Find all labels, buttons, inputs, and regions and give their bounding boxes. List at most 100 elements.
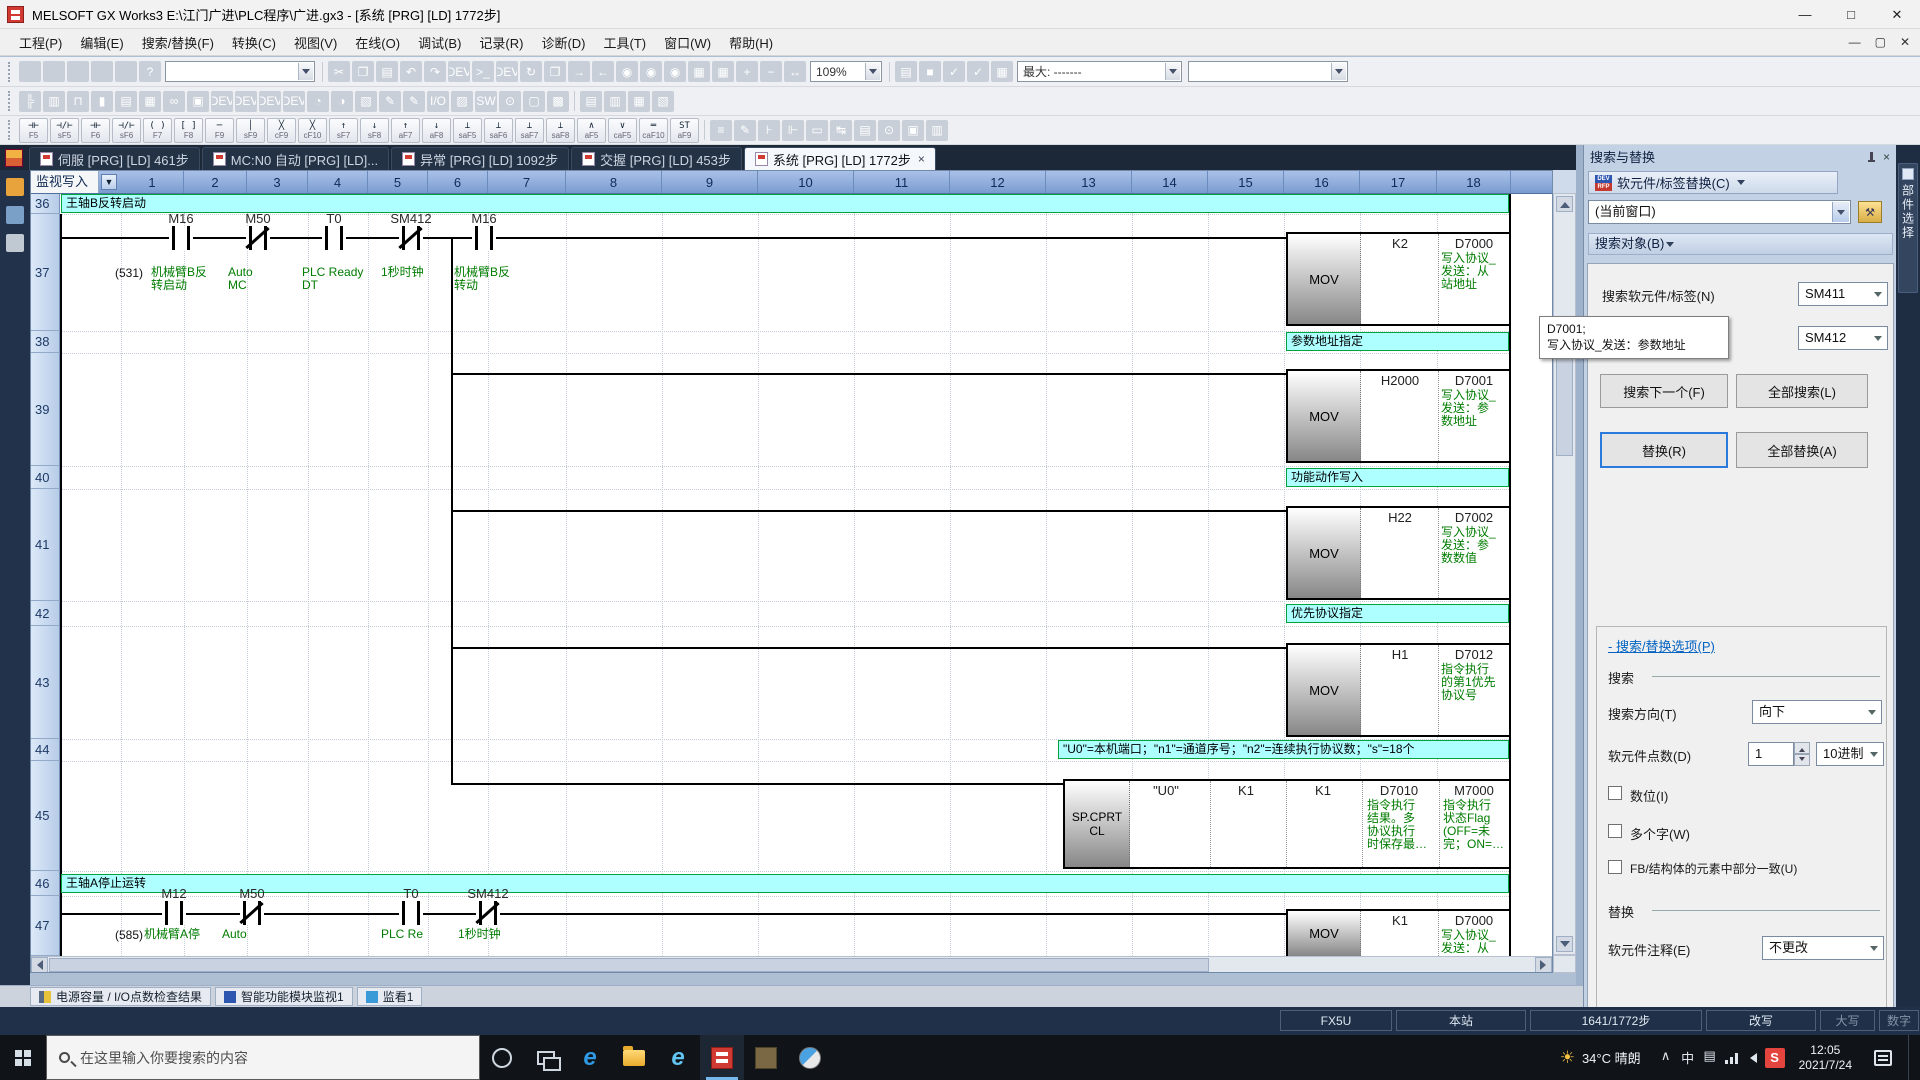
document-tab[interactable]: MC:N0 自动 [PRG] [LD]... xyxy=(202,147,389,170)
navigation-dock-icon[interactable] xyxy=(6,178,24,196)
rung-number-cell[interactable]: 46 xyxy=(31,871,60,896)
toolbar-icon[interactable]: ▮ xyxy=(91,91,113,112)
horizontal-scrollbar[interactable] xyxy=(31,956,1552,973)
ladder-symbol-button[interactable]: ⊣/⊢sF5 xyxy=(50,118,79,143)
dock-tab[interactable]: 智能功能模块监视1 xyxy=(215,987,353,1006)
search-direction-combobox[interactable]: 向下 xyxy=(1752,700,1882,724)
contact-nc[interactable] xyxy=(240,901,264,925)
toolbar-icon[interactable]: ✂ xyxy=(328,61,350,82)
search-target-button[interactable]: 搜索对象(B) xyxy=(1588,233,1893,255)
scope-settings-icon[interactable]: ⚒ xyxy=(1858,201,1882,223)
instruction-mov[interactable]: MOV K2 D7000 写入协议_ 发送：从 站地址 xyxy=(1286,232,1511,326)
taskbar-clock[interactable]: 12:05 2021/7/24 xyxy=(1789,1043,1862,1073)
toolbar-icon[interactable]: ╠ xyxy=(19,91,41,112)
ladder-symbol-button[interactable]: ╳cF9 xyxy=(267,118,296,143)
ladder-symbol-button[interactable]: ⊥saF8 xyxy=(546,118,575,143)
toolbar-icon[interactable]: ■ xyxy=(919,61,941,82)
toolbar-icon[interactable]: ↔ xyxy=(784,61,806,82)
toolbar-icon[interactable]: ↹ xyxy=(830,120,852,141)
toolbar-icon[interactable]: ⊦ xyxy=(758,120,780,141)
toolbar-icon[interactable]: ✎ xyxy=(403,91,425,112)
ladder-symbol-button[interactable]: STaF9 xyxy=(670,118,699,143)
sogou-icon[interactable]: S xyxy=(1765,1048,1785,1068)
toolbar-icon[interactable]: ▦ xyxy=(628,91,650,112)
note-row-44[interactable]: "U0"=本机端口；"n1"=通道序号；"n2"=连续执行协议数；"s"=18个 xyxy=(1058,740,1509,759)
scroll-up-icon[interactable] xyxy=(1556,196,1573,212)
panel-close-icon[interactable]: × xyxy=(1883,150,1890,164)
toolbar-icon[interactable]: ▤ xyxy=(115,91,137,112)
ladder-symbol-button[interactable]: ⊣⊢F6 xyxy=(81,118,110,143)
toolbar-icon[interactable]: → xyxy=(568,61,590,82)
edge-button[interactable]: e xyxy=(568,1035,612,1080)
ladder-symbol-button[interactable]: ⊥saF7 xyxy=(515,118,544,143)
tray-icon[interactable]: ▤ xyxy=(1699,1048,1721,1067)
gx-works3-button[interactable] xyxy=(700,1035,744,1080)
menu-item[interactable]: 诊断(D) xyxy=(532,29,594,56)
toolbar-icon[interactable]: ▤ xyxy=(895,61,917,82)
ladder-symbol-button[interactable]: ∧aF5 xyxy=(577,118,606,143)
toolbar-icon[interactable]: ▦ xyxy=(991,61,1013,82)
tray-icon[interactable]: ∧ xyxy=(1655,1048,1677,1067)
toolbar-icon[interactable]: DEV xyxy=(235,91,257,112)
rung-number-cell[interactable]: 40 xyxy=(31,466,60,489)
connection-dock-icon[interactable] xyxy=(6,206,24,224)
digit-checkbox[interactable] xyxy=(1608,786,1622,800)
multi-word-checkbox[interactable] xyxy=(1608,824,1622,838)
rung-number-cell[interactable]: 38 xyxy=(31,331,60,353)
rung-number-cell[interactable]: 47 xyxy=(31,896,60,956)
menu-item[interactable]: 编辑(E) xyxy=(71,29,132,56)
toolbar-icon[interactable]: ↶ xyxy=(400,61,422,82)
toolbar-icon[interactable]: DEV xyxy=(496,61,518,82)
toolbar-icon[interactable]: DEV xyxy=(211,91,233,112)
chevron-down-icon[interactable] xyxy=(298,63,313,80)
ladder-symbol-button[interactable]: ⊣⊢F5 xyxy=(19,118,48,143)
instruction-sp-cprtcl[interactable]: SP.CPRT CL "U0" K1 K1 D7010 M7000 指令执行 结… xyxy=(1063,779,1511,869)
menu-item[interactable]: 帮助(H) xyxy=(720,29,782,56)
ladder-editor[interactable]: 监视写入 ▼ 123456789101112131415161718 36373… xyxy=(30,170,1553,973)
toolbar-icon[interactable]: ▦ xyxy=(139,91,161,112)
toolbar-icon[interactable]: ∞ xyxy=(163,91,185,112)
ladder-symbol-button[interactable]: ╳cF10 xyxy=(298,118,327,143)
toolbar-icon[interactable]: − xyxy=(760,61,782,82)
toolbar-icon[interactable]: ≡ xyxy=(710,120,732,141)
search-scope-combobox[interactable]: (当前窗口) xyxy=(1588,200,1851,224)
ladder-symbol-button[interactable]: ↓aF8 xyxy=(422,118,451,143)
instruction-mov[interactable]: MOV K1 D7000 写入协议_ 发送：从 xyxy=(1286,909,1511,956)
document-tab[interactable]: 交握 [PRG] [LD] 453步 xyxy=(571,147,742,170)
instruction-mov[interactable]: MOV H2000 D7001 写入协议_ 发送：参 数地址 xyxy=(1286,369,1511,463)
document-tab[interactable]: 伺服 [PRG] [LD] 461步 xyxy=(29,147,200,170)
quick-find-combobox[interactable] xyxy=(165,61,315,82)
wifi-icon[interactable] xyxy=(1725,1052,1741,1064)
toolbar-icon[interactable]: DEV xyxy=(259,91,281,112)
toolbar-icon[interactable]: ← xyxy=(592,61,614,82)
toolbar-icon[interactable]: ◉ xyxy=(664,61,686,82)
contact-no[interactable] xyxy=(472,226,496,250)
dock-tab[interactable]: 电源容量 / I/O点数检查结果 xyxy=(30,987,211,1006)
contact-nc[interactable] xyxy=(476,901,500,925)
fb-partial-match-checkbox[interactable] xyxy=(1608,860,1622,874)
ladder-symbol-button[interactable]: ( )F7 xyxy=(143,118,172,143)
toolbar-icon[interactable]: ▭ xyxy=(806,120,828,141)
instruction-mov[interactable]: MOV H1 D7012 指令执行 的第1优先 协议号 xyxy=(1286,643,1511,737)
rung-number-cell[interactable]: 37 xyxy=(31,214,60,331)
device-points-input[interactable]: 1 xyxy=(1748,742,1794,766)
toolbar-icon[interactable]: ▣ xyxy=(187,91,209,112)
menu-item[interactable]: 记录(R) xyxy=(470,29,532,56)
toolbar-icon[interactable]: ⊙ xyxy=(499,91,521,112)
toolbar-icon[interactable]: ▧ xyxy=(652,91,674,112)
maximize-button[interactable]: □ xyxy=(1828,0,1874,29)
toolbar-icon[interactable] xyxy=(43,61,65,82)
toolbar-icon[interactable]: ▥ xyxy=(604,91,626,112)
toolbar-icon[interactable]: ▥ xyxy=(43,91,65,112)
ladder-symbol-button[interactable]: ∨caF5 xyxy=(608,118,637,143)
task-view-button[interactable] xyxy=(524,1035,568,1080)
ie-button[interactable]: e xyxy=(656,1035,700,1080)
instruction-mov[interactable]: MOV H22 D7002 写入协议_ 发送：参 数数值 xyxy=(1286,506,1511,600)
toolbar-icon[interactable]: ▦ xyxy=(712,61,734,82)
menu-item[interactable]: 窗口(W) xyxy=(655,29,720,56)
close-button[interactable]: ✕ xyxy=(1874,0,1920,29)
toolbar-icon[interactable]: ▩ xyxy=(547,91,569,112)
chevron-down-icon[interactable] xyxy=(1331,63,1346,80)
rung-number-cell[interactable]: 41 xyxy=(31,489,60,601)
toolbar-icon[interactable]: ✎ xyxy=(379,91,401,112)
